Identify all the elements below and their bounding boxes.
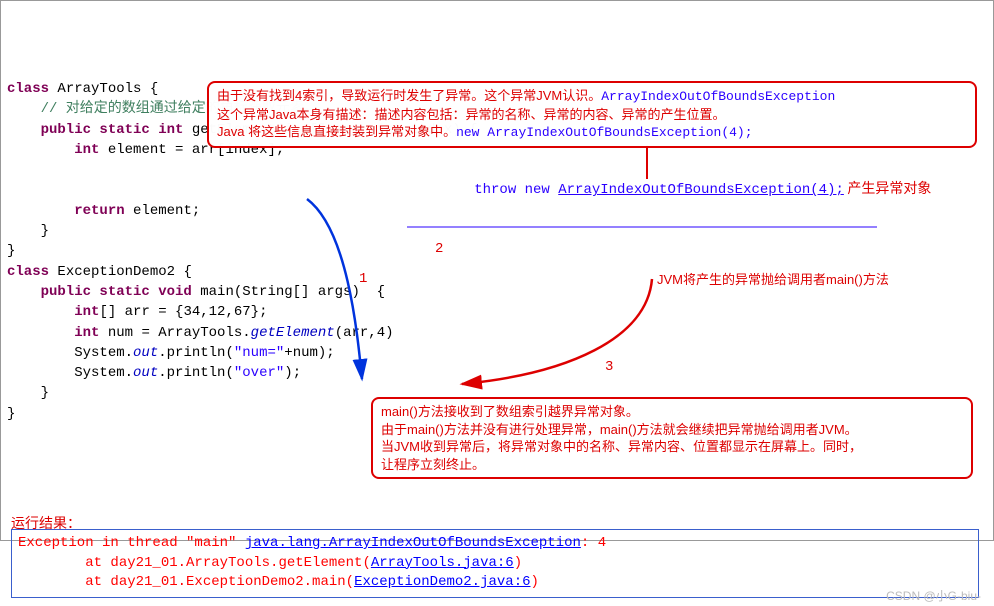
anno-top-l2: 这个异常Java本身有描述：描述内容包括：异常的名称、异常的内容、异常的产生位置… [217,106,967,124]
label-1: 1 [359,271,367,287]
anno-bot-l4: 让程序立刻终止。 [381,456,963,474]
anno-top-l3b: new ArrayIndexOutOfBoundsException(4); [456,125,752,140]
arrow-label-right: JVM将产生的异常抛给调用者main()方法 [657,269,889,288]
anno-bot-l3: 当JVM收到异常后，将异常对象中的名称、异常内容、位置都显示在屏幕上。同时， [381,438,963,456]
anno-top-l3a: Java 将这些信息直接封装到异常对象中。 [217,124,456,139]
anno-top-l1a: 由于没有找到4索引，导致运行时发生了异常。这个异常JVM认识。 [217,88,601,103]
anno-bot-l2: 由于main()方法并没有进行处理异常，main()方法就会继续把异常抛给调用者… [381,421,963,439]
stack-link-2[interactable]: ExceptionDemo2.java:6 [354,574,530,590]
stack-link-1[interactable]: ArrayTools.java:6 [371,555,514,571]
label-3: 3 [605,359,613,375]
exception-trace: Exception in thread "main" java.lang.Arr… [11,529,979,598]
diagram-canvas: 由于没有找到4索引，导致运行时发生了异常。这个异常JVM认识。ArrayInde… [7,79,987,606]
watermark: CSDN @小G-biu- [886,587,981,604]
anno-bot-l1: main()方法接收到了数组索引越界异常对象。 [381,403,963,421]
label-2: 2 [435,241,443,257]
annotation-bottom-box: main()方法接收到了数组索引越界异常对象。 由于main()方法并没有进行处… [371,397,973,479]
exception-class-link[interactable]: java.lang.ArrayIndexOutOfBoundsException [245,535,581,551]
annotation-top-box: 由于没有找到4索引，导致运行时发生了异常。这个异常JVM认识。ArrayInde… [207,81,977,148]
anno-top-l1b: ArrayIndexOutOfBoundsException [601,89,835,104]
